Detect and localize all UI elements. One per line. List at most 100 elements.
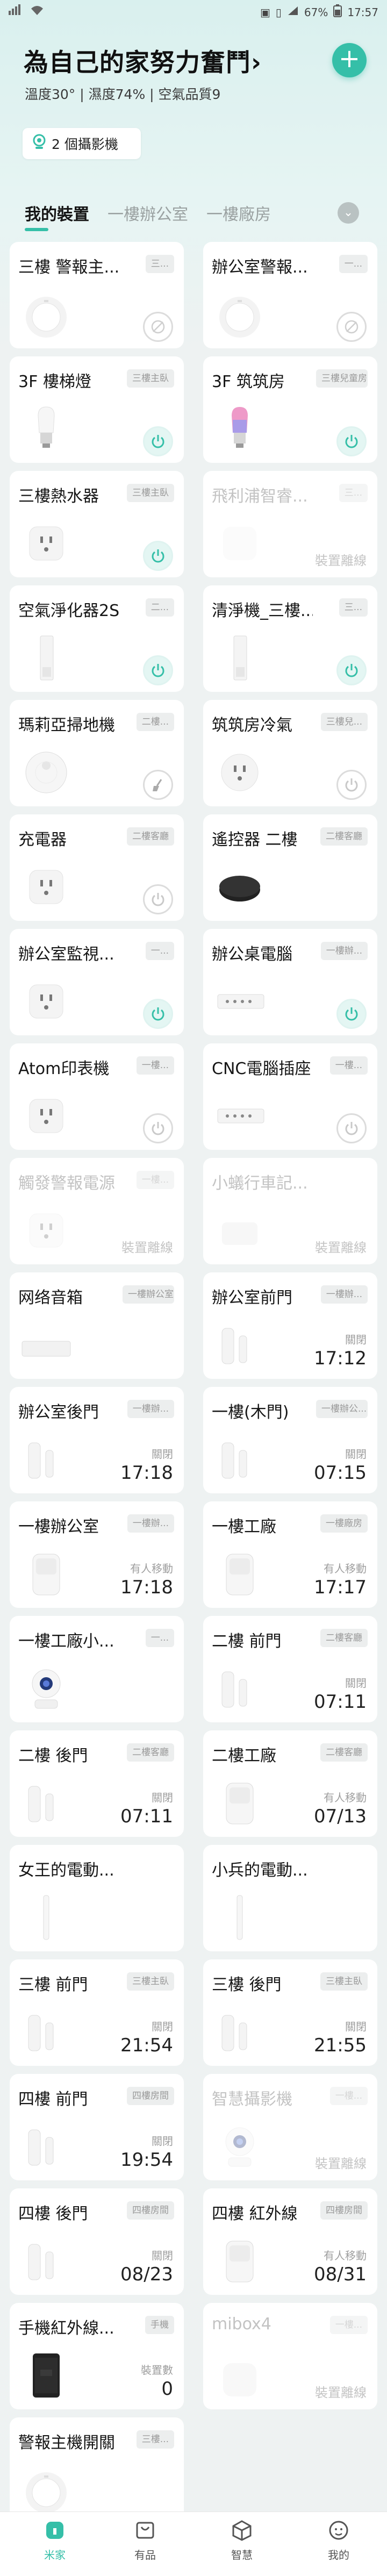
device-name: 一樓工廠小...	[18, 1632, 114, 1651]
door-icon	[19, 1779, 73, 1827]
nav-home[interactable]: 米家	[23, 2518, 87, 2562]
device-card[interactable]: 3F 筑筑房 三樓兒童房	[203, 356, 377, 463]
power-button[interactable]	[143, 426, 173, 456]
room-tag: 二樓客廳	[320, 1629, 368, 1647]
disabled-icon[interactable]	[336, 312, 367, 342]
device-name: 警報主機開關	[18, 2434, 115, 2452]
clean-button[interactable]	[143, 770, 173, 800]
device-card[interactable]: 瑪莉亞掃地機 二樓...	[10, 700, 184, 806]
device-card[interactable]: 空氣淨化器2S 二...	[10, 585, 184, 692]
status-value: 07:15	[314, 1462, 367, 1484]
device-card[interactable]: 遙控器 二樓 二樓客廳	[203, 814, 377, 921]
disabled-icon[interactable]	[143, 312, 173, 342]
device-card[interactable]: 三樓 警報主... 三...	[10, 242, 184, 348]
device-card[interactable]: 三樓 後門 三樓主臥 關閉 21:55	[203, 1959, 377, 2066]
power-icon	[345, 435, 358, 448]
device-card[interactable]: 辦公室監視... 一...	[10, 929, 184, 1035]
nav-shop[interactable]: 有品	[113, 2518, 177, 2562]
power-icon	[152, 1007, 164, 1021]
device-card[interactable]: 一樓(木門) 一樓辦公... 關閉 07:15	[203, 1387, 377, 1493]
device-card[interactable]: 飛利浦智睿... 三... 裝置離線	[203, 471, 377, 577]
device-name: 充電器	[18, 831, 67, 849]
device-card[interactable]: 四樓 後門 四樓房間 關閉 08/23	[10, 2188, 184, 2295]
device-card[interactable]: 小兵的電動...	[203, 1845, 377, 1951]
device-status: 有人移動 07/13	[314, 1789, 367, 1827]
status-left	[8, 4, 44, 19]
power-button[interactable]	[336, 770, 367, 800]
power-button[interactable]	[336, 655, 367, 685]
device-card[interactable]: 智慧攝影機 一樓... 裝置離線	[203, 2074, 377, 2180]
device-card[interactable]: 三樓熱水器 三樓主臥	[10, 471, 184, 577]
offline-label: 裝置離線	[315, 1240, 367, 1255]
camera-shortcut[interactable]: 2 個攝影機	[23, 128, 141, 159]
status-value: 17:18	[120, 1462, 173, 1484]
status-value: 21:54	[120, 2035, 173, 2056]
device-card[interactable]: 觸發警報電源 一樓... 裝置離線	[10, 1158, 184, 1264]
device-card[interactable]: 四樓 前門 四樓房間 關閉 19:54	[10, 2074, 184, 2180]
device-name: 三樓 後門	[212, 1976, 282, 1994]
status-bar: ▣ ▯ 67% 17:57	[0, 0, 387, 24]
device-card[interactable]: 辦公桌電腦 一樓辦...	[203, 929, 377, 1035]
room-tag: 三...	[145, 255, 174, 273]
device-card[interactable]: 一樓辦公室 一樓辦... 有人移動 17:18	[10, 1501, 184, 1608]
home-title[interactable]: 為自己的家努力奮鬥›	[24, 43, 262, 78]
status-label: 關閉	[152, 1791, 173, 1804]
room-tag: 三樓兒...	[320, 713, 368, 731]
device-card[interactable]: 手機紅外線... 手機 裝置數 0	[10, 2303, 184, 2409]
power-button[interactable]	[143, 541, 173, 571]
status-label: 關閉	[152, 2020, 173, 2033]
tab-room-1[interactable]: 一樓辦公室	[108, 201, 188, 229]
device-card[interactable]: 3F 樓梯燈 三樓主臥	[10, 356, 184, 463]
device-card[interactable]: 筑筑房冷氣 三樓兒...	[203, 700, 377, 806]
power-icon	[345, 778, 358, 792]
device-card[interactable]: 清淨機_三樓... 三...	[203, 585, 377, 692]
status-value: 07/13	[314, 1806, 367, 1827]
device-card[interactable]: 女王的電動...	[10, 1845, 184, 1951]
room-tag: 一樓辦公室	[123, 1285, 174, 1304]
device-status: 關閉 21:54	[120, 2018, 173, 2056]
device-name: 二樓工廠	[212, 1747, 276, 1765]
device-card[interactable]: 一樓工廠小... 一...	[10, 1616, 184, 1722]
door-icon	[213, 1435, 267, 1484]
plug-icon	[19, 977, 73, 1026]
device-card[interactable]: 辦公室前門 一樓辦... 關閉 17:12	[203, 1272, 377, 1379]
device-card[interactable]: 小蟻行車記... 裝置離線	[203, 1158, 377, 1264]
status-value: 08/31	[314, 2264, 367, 2285]
device-card[interactable]: 网络音箱 一樓辦公室	[10, 1272, 184, 1379]
power-button[interactable]	[143, 884, 173, 914]
device-card[interactable]: 一樓工廠 一樓廠房 有人移動 17:17	[203, 1501, 377, 1608]
device-card[interactable]: 二樓 後門 二樓客廳 關閉 07:11	[10, 1730, 184, 1837]
power-button[interactable]	[143, 655, 173, 685]
device-card[interactable]: 二樓 前門 二樓客廳 關閉 07:11	[203, 1616, 377, 1722]
device-card[interactable]: CNC電腦插座 一樓...	[203, 1043, 377, 1150]
offline-label: 裝置離線	[315, 2156, 367, 2171]
door-icon	[213, 2008, 267, 2056]
door-icon	[213, 1664, 267, 1713]
device-card[interactable]: 辦公室後門 一樓辦... 關閉 17:18	[10, 1387, 184, 1493]
chevron-down-icon[interactable]: ⌄	[338, 202, 359, 224]
add-device-button[interactable]: +	[332, 43, 367, 77]
speaker-icon	[19, 1321, 73, 1369]
block-icon	[345, 320, 359, 334]
tab-room-2[interactable]: 一樓廠房	[206, 201, 271, 229]
device-card[interactable]: 辦公室警報... 一...	[203, 242, 377, 348]
status-label: 關閉	[345, 2020, 367, 2033]
power-button[interactable]	[336, 999, 367, 1029]
device-card[interactable]: 二樓工廠 二樓客廳 有人移動 07/13	[203, 1730, 377, 1837]
nav-smart[interactable]: 智慧	[210, 2518, 274, 2562]
device-card[interactable]: 四樓 紅外線 四樓房間 有人移動 08/31	[203, 2188, 377, 2295]
device-card[interactable]: 警報主機開關 三樓...	[10, 2417, 184, 2524]
device-card[interactable]: mibox4 一樓... 裝置離線	[203, 2303, 377, 2409]
device-name: 遙控器 二樓	[212, 831, 298, 849]
tab-room-0[interactable]: 我的裝置	[25, 201, 89, 231]
power-button[interactable]	[143, 999, 173, 1029]
power-button[interactable]	[336, 1113, 367, 1143]
device-card[interactable]: 充電器 二樓客廳	[10, 814, 184, 921]
power-button[interactable]	[336, 426, 367, 456]
device-card[interactable]: 三樓 前門 三樓主臥 關閉 21:54	[10, 1959, 184, 2066]
power-button[interactable]	[143, 1113, 173, 1143]
device-name: 二樓 前門	[212, 1632, 282, 1651]
nav-profile[interactable]: 我的	[306, 2518, 371, 2562]
device-card[interactable]: Atom印表機 一樓...	[10, 1043, 184, 1150]
status-label: 關閉	[152, 2135, 173, 2148]
